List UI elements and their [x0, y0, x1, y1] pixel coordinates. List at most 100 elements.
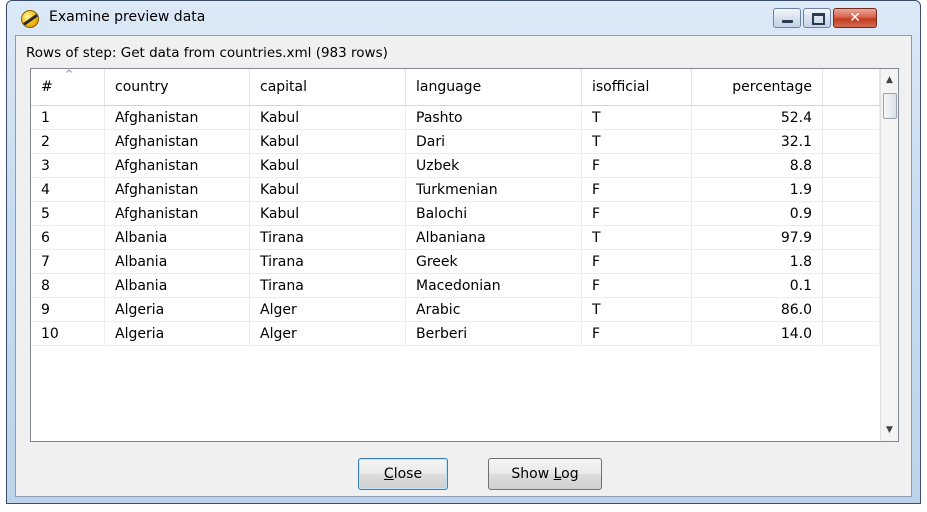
table-row[interactable]: 9 Algeria Alger Arabic T 86.0: [31, 298, 880, 322]
scroll-up-icon[interactable]: ▲: [881, 71, 898, 89]
minimize-icon: [782, 20, 793, 23]
scroll-down-icon[interactable]: ▼: [881, 421, 898, 439]
language-cell: Dari: [406, 130, 582, 154]
percentage-cell: 32.1: [692, 130, 823, 154]
country-cell: Afghanistan: [105, 154, 250, 178]
column-header-isofficial[interactable]: isofficial: [582, 69, 692, 105]
close-button[interactable]: Close: [358, 458, 448, 490]
close-icon: ✕: [849, 10, 861, 26]
percentage-cell: 1.9: [692, 178, 823, 202]
isofficial-cell: T: [582, 130, 692, 154]
capital-cell: Kabul: [250, 106, 406, 130]
filler-cell: [823, 178, 880, 202]
close-window-button[interactable]: ✕: [833, 8, 877, 28]
percentage-cell: 86.0: [692, 298, 823, 322]
column-header-percentage[interactable]: percentage: [692, 69, 823, 105]
table-header: # ^ country capital language isofficial p…: [31, 69, 880, 106]
isofficial-cell: F: [582, 250, 692, 274]
filler-cell: [823, 322, 880, 346]
minimize-button[interactable]: [773, 8, 801, 28]
country-cell: Albania: [105, 226, 250, 250]
capital-cell: Tirana: [250, 274, 406, 298]
column-header-language[interactable]: language: [406, 69, 582, 105]
rows-caption: Rows of step: Get data from countries.xm…: [26, 45, 388, 61]
vertical-scrollbar[interactable]: ▲ ▼: [880, 69, 898, 441]
capital-cell: Kabul: [250, 154, 406, 178]
row-index: 8: [31, 274, 105, 298]
table-row[interactable]: 8 Albania Tirana Macedonian F 0.1: [31, 274, 880, 298]
scroll-thumb[interactable]: [883, 93, 897, 119]
row-index: 10: [31, 322, 105, 346]
country-cell: Algeria: [105, 298, 250, 322]
percentage-cell: 14.0: [692, 322, 823, 346]
maximize-button[interactable]: [803, 8, 831, 28]
capital-cell: Kabul: [250, 178, 406, 202]
table-row[interactable]: 6 Albania Tirana Albaniana T 97.9: [31, 226, 880, 250]
row-index: 1: [31, 106, 105, 130]
filler-cell: [823, 202, 880, 226]
percentage-cell: 0.1: [692, 274, 823, 298]
percentage-cell: 1.8: [692, 250, 823, 274]
country-cell: Albania: [105, 250, 250, 274]
isofficial-cell: F: [582, 178, 692, 202]
country-cell: Afghanistan: [105, 130, 250, 154]
column-header-capital[interactable]: capital: [250, 69, 406, 105]
capital-cell: Alger: [250, 298, 406, 322]
table-row[interactable]: 1 Afghanistan Kabul Pashto T 52.4: [31, 106, 880, 130]
isofficial-cell: F: [582, 322, 692, 346]
table-row[interactable]: 4 Afghanistan Kabul Turkmenian F 1.9: [31, 178, 880, 202]
capital-cell: Kabul: [250, 130, 406, 154]
capital-cell: Tirana: [250, 250, 406, 274]
show-log-button[interactable]: Show Log: [488, 458, 602, 490]
isofficial-cell: T: [582, 226, 692, 250]
row-index: 6: [31, 226, 105, 250]
country-cell: Albania: [105, 274, 250, 298]
preview-table: # ^ country capital language isofficial p…: [30, 68, 899, 442]
language-cell: Greek: [406, 250, 582, 274]
maximize-icon: [812, 13, 825, 25]
percentage-cell: 52.4: [692, 106, 823, 130]
isofficial-cell: F: [582, 274, 692, 298]
isofficial-cell: F: [582, 202, 692, 226]
country-cell: Afghanistan: [105, 178, 250, 202]
isofficial-cell: T: [582, 106, 692, 130]
language-cell: Pashto: [406, 106, 582, 130]
row-index: 3: [31, 154, 105, 178]
dialog-window: Examine preview data ✕ Rows of step: Get…: [6, 0, 921, 504]
isofficial-cell: T: [582, 298, 692, 322]
window-title: Examine preview data: [49, 9, 206, 25]
row-index: 9: [31, 298, 105, 322]
column-header-index[interactable]: # ^: [31, 69, 105, 105]
capital-cell: Tirana: [250, 226, 406, 250]
capital-cell: Kabul: [250, 202, 406, 226]
table-row[interactable]: 7 Albania Tirana Greek F 1.8: [31, 250, 880, 274]
language-cell: Macedonian: [406, 274, 582, 298]
column-header-country[interactable]: country: [105, 69, 250, 105]
row-index: 5: [31, 202, 105, 226]
sort-ascending-icon: ^: [65, 69, 74, 80]
kettle-spoon-icon: [21, 10, 39, 28]
filler-cell: [823, 250, 880, 274]
country-cell: Afghanistan: [105, 202, 250, 226]
filler-cell: [823, 154, 880, 178]
title-bar[interactable]: Examine preview data ✕: [7, 1, 920, 35]
language-cell: Berberi: [406, 322, 582, 346]
column-header-filler: [823, 69, 880, 105]
country-cell: Algeria: [105, 322, 250, 346]
percentage-cell: 0.9: [692, 202, 823, 226]
percentage-cell: 97.9: [692, 226, 823, 250]
row-index: 2: [31, 130, 105, 154]
country-cell: Afghanistan: [105, 106, 250, 130]
row-index: 7: [31, 250, 105, 274]
table-row[interactable]: 3 Afghanistan Kabul Uzbek F 8.8: [31, 154, 880, 178]
isofficial-cell: F: [582, 154, 692, 178]
filler-cell: [823, 106, 880, 130]
language-cell: Albaniana: [406, 226, 582, 250]
table-row[interactable]: 10 Algeria Alger Berberi F 14.0: [31, 322, 880, 346]
filler-cell: [823, 298, 880, 322]
dialog-body: Rows of step: Get data from countries.xm…: [15, 35, 912, 497]
filler-cell: [823, 274, 880, 298]
language-cell: Balochi: [406, 202, 582, 226]
table-row[interactable]: 2 Afghanistan Kabul Dari T 32.1: [31, 130, 880, 154]
table-row[interactable]: 5 Afghanistan Kabul Balochi F 0.9: [31, 202, 880, 226]
